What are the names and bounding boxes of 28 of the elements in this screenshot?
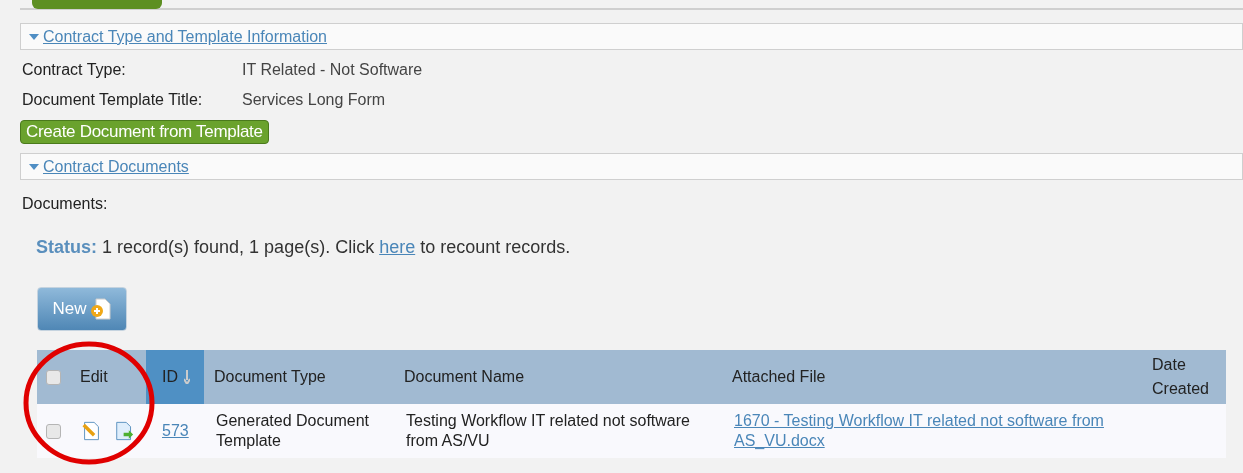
field-label: Contract Type: <box>21 60 127 80</box>
table-cell-text: Generated Document Template <box>215 411 370 451</box>
recount-link[interactable]: here <box>379 237 416 257</box>
checkbox[interactable] <box>46 423 61 439</box>
new-button[interactable]: New <box>37 287 127 331</box>
checkbox[interactable] <box>46 369 61 385</box>
column-header[interactable]: Document Type <box>204 350 394 404</box>
status-text: Status: 1 record(s) found, 1 page(s). Click here to recount records. <box>36 236 572 259</box>
section-link[interactable]: Contract Documents <box>43 154 189 179</box>
attached-file-link[interactable]: 1670 - Testing Workflow IT related not software from AS_VU.docx <box>722 411 1142 451</box>
edit-pencil-icon[interactable] <box>82 420 101 442</box>
field-value: IT Related - Not Software <box>242 60 423 80</box>
documents-label: Documents: <box>21 194 109 214</box>
export-document-icon[interactable] <box>115 420 134 442</box>
field-label: Document Template Title: <box>21 90 204 110</box>
column-header[interactable]: Document Name <box>394 350 722 404</box>
field-value: Services Long Form <box>242 90 386 110</box>
column-header[interactable]: Attached File <box>722 350 1142 404</box>
collapse-triangle-icon[interactable] <box>29 33 39 40</box>
table-cell-text: Testing Workflow IT related not software from AS/VU <box>405 411 691 451</box>
sort-down-arrow-icon <box>184 370 190 384</box>
column-header[interactable]: ID <box>146 350 204 404</box>
column-header[interactable]: Date Created <box>1142 350 1226 404</box>
create-document-button[interactable]: Create Document from Template <box>20 120 269 144</box>
section-link[interactable]: Contract Type and Template Information <box>43 24 327 49</box>
new-document-icon <box>89 298 112 320</box>
collapse-triangle-icon[interactable] <box>29 163 39 170</box>
id-link[interactable]: 573 <box>146 419 204 443</box>
